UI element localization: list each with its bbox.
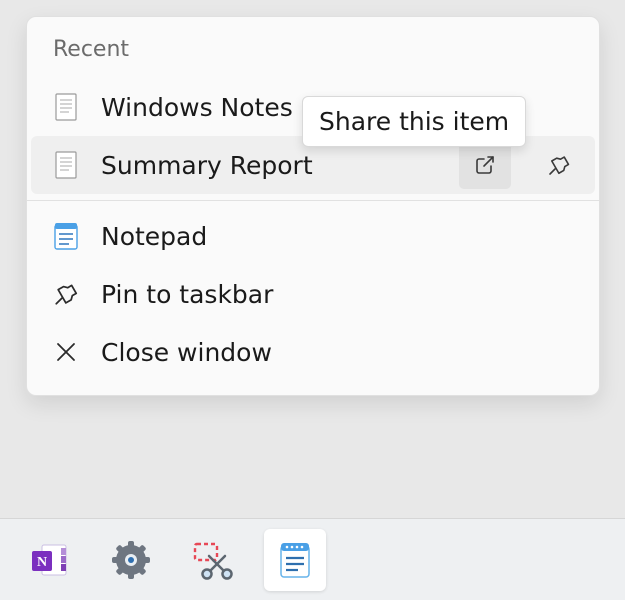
close-window-item[interactable]: Close window bbox=[27, 323, 599, 381]
taskbar-app-snipping-tool[interactable] bbox=[182, 529, 244, 591]
app-item[interactable]: Notepad bbox=[27, 207, 599, 265]
close-icon bbox=[53, 337, 79, 367]
pin-to-taskbar-label: Pin to taskbar bbox=[101, 280, 585, 309]
share-button[interactable] bbox=[459, 141, 511, 189]
svg-text:N: N bbox=[37, 555, 47, 570]
close-window-label: Close window bbox=[101, 338, 585, 367]
taskbar-app-notepad[interactable] bbox=[264, 529, 326, 591]
document-icon bbox=[53, 92, 79, 122]
pin-to-taskbar-item[interactable]: Pin to taskbar bbox=[27, 265, 599, 323]
document-icon bbox=[53, 150, 79, 180]
notepad-icon bbox=[53, 221, 79, 251]
pin-button[interactable] bbox=[533, 141, 585, 189]
taskbar: N bbox=[0, 518, 625, 600]
menu-divider bbox=[27, 200, 599, 201]
recent-item-label: Summary Report bbox=[101, 151, 437, 180]
jumplist-menu: Recent Windows Notes Summary Report bbox=[26, 16, 600, 396]
app-label: Notepad bbox=[101, 222, 585, 251]
taskbar-app-onenote[interactable]: N bbox=[18, 529, 80, 591]
tooltip: Share this item bbox=[302, 96, 526, 147]
taskbar-app-settings[interactable] bbox=[100, 529, 162, 591]
pin-icon bbox=[53, 279, 79, 309]
recent-header: Recent bbox=[27, 27, 599, 78]
